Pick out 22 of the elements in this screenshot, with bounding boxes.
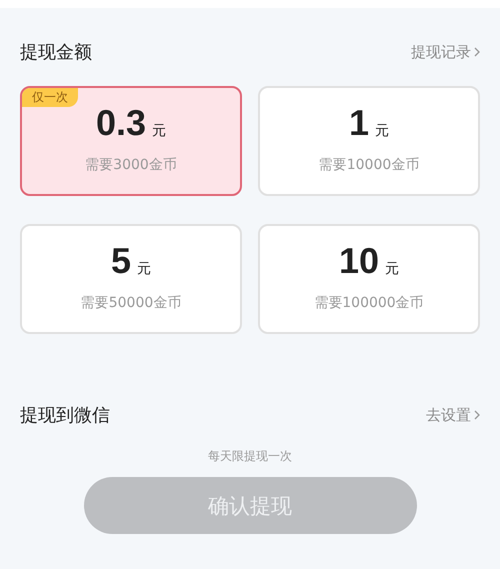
amount-value: 0.3 bbox=[96, 102, 146, 144]
amount-option-card[interactable]: 仅一次 0.3 元 需要3000金币 bbox=[20, 86, 242, 196]
currency-unit: 元 bbox=[385, 260, 400, 278]
currency-unit: 元 bbox=[137, 260, 152, 278]
amount-option-card[interactable]: 10 元 需要100000金币 bbox=[258, 224, 480, 334]
section-title: 提现金额 bbox=[20, 41, 92, 64]
amount-value: 10 bbox=[338, 240, 380, 282]
coin-requirement: 需要10000金币 bbox=[318, 156, 420, 174]
amount-option-card[interactable]: 5 元 需要50000金币 bbox=[20, 224, 242, 334]
amount-value: 5 bbox=[110, 240, 132, 282]
once-badge: 仅一次 bbox=[22, 88, 78, 107]
amount-value: 1 bbox=[348, 102, 370, 144]
section-title: 提现到微信 bbox=[20, 404, 110, 427]
limit-note: 每天限提现一次 bbox=[207, 448, 293, 465]
currency-unit: 元 bbox=[152, 122, 166, 140]
currency-unit: 元 bbox=[375, 122, 390, 140]
amount-option-card[interactable]: 1 元 需要10000金币 bbox=[258, 86, 480, 196]
chevron-right-icon bbox=[474, 47, 480, 57]
coin-requirement: 需要50000金币 bbox=[80, 294, 182, 312]
coin-requirement: 需要3000金币 bbox=[85, 156, 177, 174]
chevron-right-icon bbox=[474, 410, 480, 420]
coin-requirement: 需要100000金币 bbox=[314, 294, 424, 312]
